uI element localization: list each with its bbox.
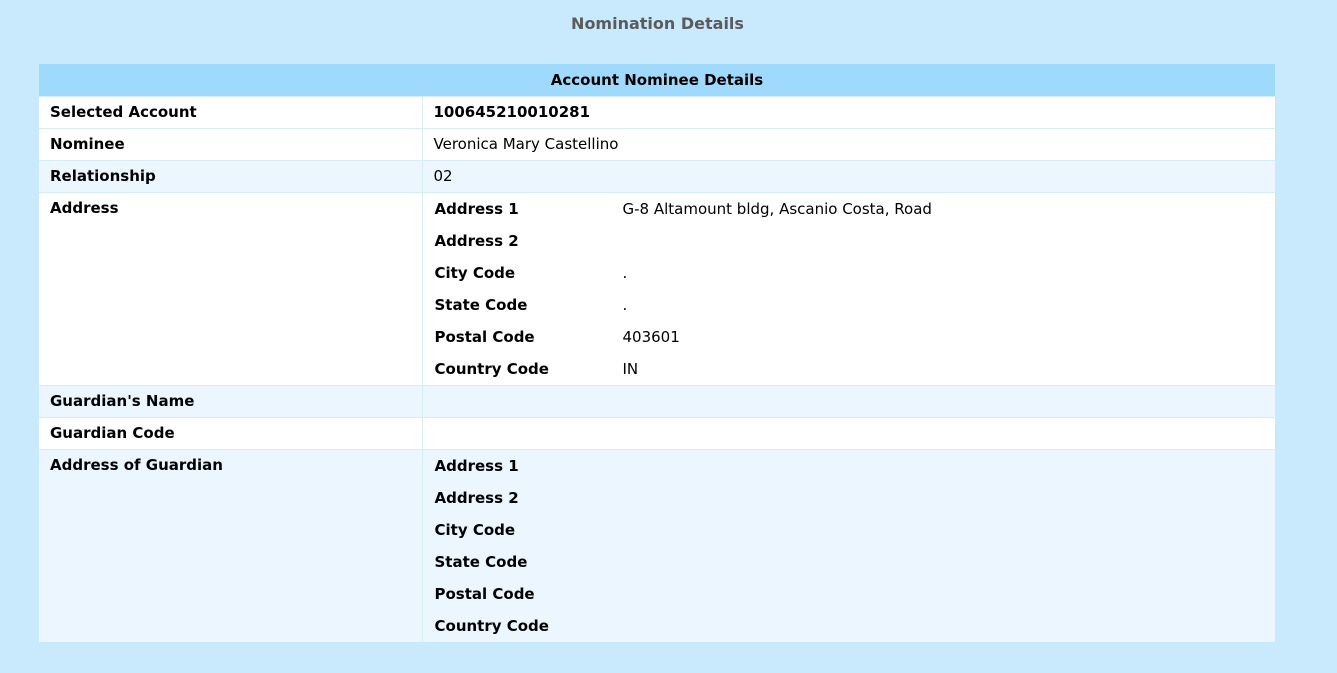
guardian-address-field-row: Address 1: [423, 450, 623, 482]
guardian-address-field-label: City Code: [434, 521, 516, 539]
address-row: Address Address 1 G-8 Altamount bldg, As…: [39, 192, 1275, 386]
address-field-row: Country Code IN: [423, 353, 932, 385]
address-field-value: 403601: [622, 328, 680, 346]
guardian-address-field-label: Country Code: [434, 617, 549, 635]
address-field-label: Postal Code: [434, 328, 535, 346]
address-field-value: .: [622, 264, 628, 282]
guardian-address-field-row: City Code: [423, 514, 623, 546]
address-fields: Address 1 G-8 Altamount bldg, Ascanio Co…: [423, 193, 932, 385]
guardian-address-field-label: Address 2: [434, 489, 519, 507]
address-field-value: IN: [622, 360, 639, 378]
guardian-code-label: Guardian Code: [50, 424, 175, 442]
address-field-row: Address 2: [423, 225, 932, 257]
nominee-label: Nominee: [50, 135, 125, 153]
page-title: Nomination Details: [571, 14, 744, 33]
address-field-label: Country Code: [434, 360, 549, 378]
guardian-address-field-label: State Code: [434, 553, 528, 571]
table-header: Account Nominee Details: [39, 64, 1275, 97]
address-field-row: City Code .: [423, 257, 932, 289]
address-field-value: .: [622, 296, 628, 314]
address-field-label: City Code: [434, 264, 516, 282]
address-field-row: Postal Code 403601: [423, 321, 932, 353]
nominee-details-table: Account Nominee Details Selected Account…: [39, 64, 1275, 642]
guardian-address-field-row: State Code: [423, 546, 623, 578]
selected-account-label: Selected Account: [50, 103, 197, 121]
relationship-row: Relationship 02: [39, 160, 1275, 193]
guardian-code-row: Guardian Code: [39, 417, 1275, 450]
address-field-value: G-8 Altamount bldg, Ascanio Costa, Road: [622, 200, 932, 218]
selected-account-row: Selected Account 100645210010281: [39, 96, 1275, 129]
nominee-value: Veronica Mary Castellino: [433, 135, 619, 153]
guardian-address-fields: Address 1 Address 2 City Code State Code: [423, 450, 623, 642]
address-field-label: State Code: [434, 296, 528, 314]
address-field-row: Address 1 G-8 Altamount bldg, Ascanio Co…: [423, 193, 932, 225]
guardian-address-field-row: Address 2: [423, 482, 623, 514]
guardian-address-field-label: Postal Code: [434, 585, 535, 603]
address-field-label: Address 2: [434, 232, 519, 250]
selected-account-value: 100645210010281: [433, 103, 591, 121]
guardian-address-row: Address of Guardian Address 1 Address 2 …: [39, 449, 1275, 642]
guardian-address-field-row: Postal Code: [423, 578, 623, 610]
address-field-label: Address 1: [434, 200, 519, 218]
relationship-value: 02: [433, 167, 453, 185]
address-field-value: [623, 225, 932, 257]
guardian-address-field-row: Country Code: [423, 610, 623, 642]
nominee-row: Nominee Veronica Mary Castellino: [39, 128, 1275, 161]
guardian-address-label: Address of Guardian: [50, 456, 223, 474]
relationship-label: Relationship: [50, 167, 156, 185]
address-field-row: State Code .: [423, 289, 932, 321]
guardian-name-row: Guardian's Name: [39, 385, 1275, 418]
guardian-name-label: Guardian's Name: [50, 392, 195, 410]
table-header-row: Account Nominee Details: [39, 64, 1275, 97]
guardian-address-field-label: Address 1: [434, 457, 519, 475]
address-label: Address: [50, 199, 119, 217]
